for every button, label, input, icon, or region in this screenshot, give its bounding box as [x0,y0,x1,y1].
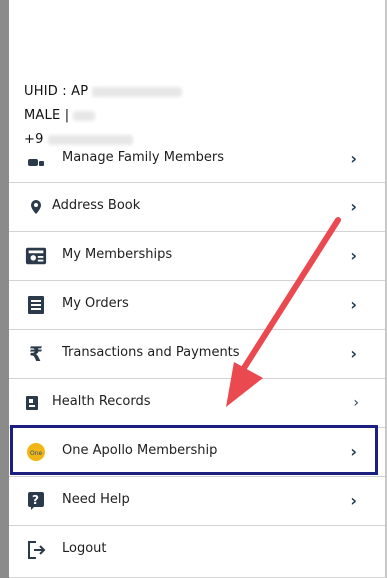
menu-label: Address Book [52,198,141,213]
chevron-right-icon: › [350,197,357,216]
menu-label: Transactions and Payments [62,345,240,360]
phone-line-top: +9 [24,132,133,147]
profile-overlap: UHID : AP MALE | +9 [9,0,385,150]
orders-icon [25,294,47,316]
membership-icon [25,245,47,267]
health-records-icon [21,392,43,414]
menu-label: My Orders [62,296,129,311]
menu-item-transactions[interactable]: ₹ Transactions and Payments › [9,329,385,377]
menu-item-need-help[interactable]: ? Need Help › [9,476,385,524]
chevron-right-icon: › [350,246,357,265]
location-pin-icon [25,196,47,218]
menu-label: Health Records [52,394,151,409]
chevron-right-icon: › [350,344,357,363]
family-icon [25,148,47,170]
redacted-uhid-top [92,86,183,97]
menu-item-my-memberships[interactable]: My Memberships › [9,231,385,279]
logout-icon [25,539,47,561]
menu-label: My Memberships [62,247,173,262]
menu-item-address-book[interactable]: Address Book › [9,182,385,230]
uhid-line-top: UHID : AP [24,84,183,99]
menu-item-my-orders[interactable]: My Orders › [9,280,385,328]
menu-item-health-records[interactable]: Health Records › [9,378,385,426]
menu-label: Logout [62,541,107,556]
phone-prefix-top: +9 [24,132,44,147]
help-icon: ? [25,490,47,512]
uhid-label-top: UHID : AP [24,84,89,99]
gender-label-top: MALE | [24,108,70,123]
rupee-icon: ₹ [29,342,43,366]
chevron-right-icon: › [350,149,357,168]
side-drawer: UHID : AP MALE | +9 Manage Family Member… [9,0,385,578]
svg-text:?: ? [32,493,39,507]
menu-label: Manage Family Members [62,150,224,165]
highlight-box [10,425,378,475]
chevron-right-icon: › [353,395,359,411]
menu-label: Need Help [62,492,130,507]
redacted-age-top [73,110,96,121]
menu-item-logout[interactable]: Logout [9,525,385,578]
redacted-phone-top [47,134,133,145]
chevron-right-icon: › [350,295,357,314]
gender-line-top: MALE | [24,108,96,123]
chevron-right-icon: › [350,491,357,510]
backdrop-overlay[interactable] [0,0,9,578]
